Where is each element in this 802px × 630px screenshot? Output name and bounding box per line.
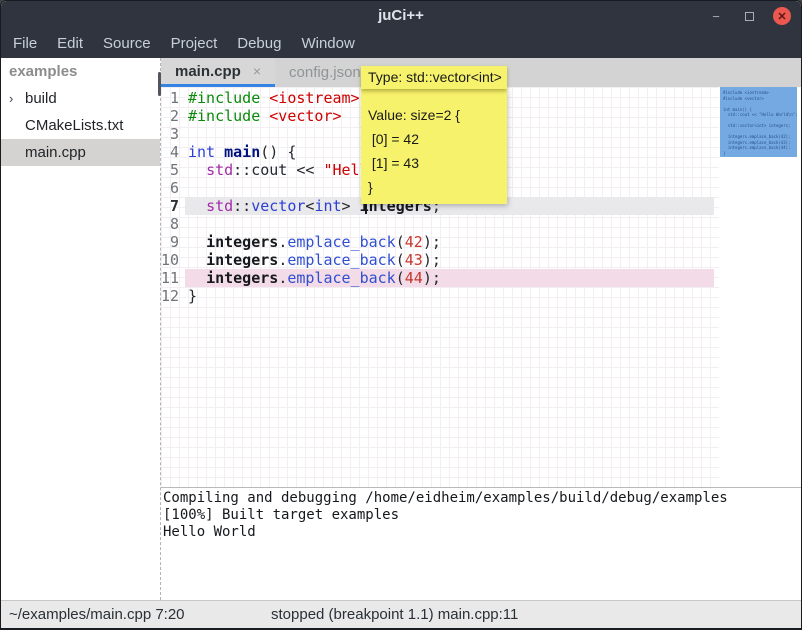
- sidebar-item-label: CMakeLists.txt: [25, 112, 123, 139]
- sidebar-item-main-cpp[interactable]: main.cpp: [1, 139, 160, 166]
- tooltip-value-line: }: [368, 175, 500, 199]
- sidebar-item-cmakelists-txt[interactable]: CMakeLists.txt: [1, 112, 160, 139]
- line-number-3[interactable]: 3: [161, 125, 185, 143]
- line-number-2[interactable]: 2: [161, 107, 185, 125]
- code-text: integers.emplace_back(44);: [185, 269, 714, 287]
- code-text: }: [185, 287, 714, 305]
- tooltip-value-box: Value: size=2 { [0] = 42 [1] = 43}: [361, 89, 507, 204]
- window-controls: − ✕: [707, 1, 791, 31]
- debug-value-tooltip: Type: std::vector<int> Value: size=2 { […: [361, 66, 507, 204]
- code-line-8[interactable]: 8: [161, 215, 720, 233]
- app-window: juCi++ − ✕ FileEditSourceProjectDebugWin…: [0, 0, 802, 630]
- line-number-5[interactable]: 5: [161, 161, 185, 179]
- code-line-9[interactable]: 9 integers.emplace_back(42);: [161, 233, 720, 251]
- line-number-8[interactable]: 8: [161, 215, 185, 233]
- line-number-7[interactable]: 7: [161, 197, 185, 215]
- menu-item-project[interactable]: Project: [161, 31, 228, 58]
- file-tree-sidebar: examples› buildCMakeLists.txtmain.cpp: [1, 58, 161, 600]
- line-number-1[interactable]: 1: [161, 89, 185, 107]
- status-debug-state: stopped (breakpoint 1.1) main.cpp:11: [271, 601, 518, 629]
- code-line-11[interactable]: 11 integers.emplace_back(44);: [161, 269, 720, 287]
- line-number-4[interactable]: 4: [161, 143, 185, 161]
- menu-item-window[interactable]: Window: [291, 31, 364, 58]
- sidebar-item-label: build: [25, 85, 57, 112]
- tab-close-icon[interactable]: ×: [253, 63, 261, 79]
- terminal-line: Compiling and debugging /home/eidheim/ex…: [163, 490, 801, 507]
- minimap[interactable]: #include <iostream> #include <vector> in…: [720, 87, 797, 157]
- code-line-12[interactable]: 12}: [161, 287, 720, 305]
- line-number-6[interactable]: 6: [161, 179, 185, 197]
- line-number-11[interactable]: 11: [161, 269, 185, 287]
- tab-label: main.cpp: [175, 63, 241, 80]
- minimap-code: #include <iostream> #include <vector> in…: [720, 87, 797, 156]
- chevron-right-icon[interactable]: ›: [9, 85, 13, 112]
- line-number-12[interactable]: 12: [161, 287, 185, 305]
- menu-item-debug[interactable]: Debug: [227, 31, 291, 58]
- status-bar: ~/examples/main.cpp 7:20 stopped (breakp…: [1, 600, 801, 629]
- menu-item-edit[interactable]: Edit: [47, 31, 93, 58]
- tooltip-type-line: Type: std::vector<int>: [361, 66, 507, 89]
- restore-glyph: [745, 12, 754, 21]
- pane-separator[interactable]: [158, 72, 161, 96]
- terminal-line: Hello World: [163, 524, 801, 541]
- titlebar[interactable]: juCi++ − ✕: [1, 1, 801, 31]
- sidebar-item-label: main.cpp: [25, 139, 86, 166]
- project-root-text: examples: [9, 58, 77, 85]
- tooltip-value-line: [1] = 43: [368, 151, 500, 175]
- sidebar-item-build[interactable]: › build: [1, 85, 160, 112]
- code-line-10[interactable]: 10 integers.emplace_back(43);: [161, 251, 720, 269]
- menu-item-file[interactable]: File: [3, 31, 47, 58]
- close-icon[interactable]: ✕: [773, 7, 791, 25]
- menu-item-source[interactable]: Source: [93, 31, 161, 58]
- window-title: juCi++: [1, 1, 801, 31]
- tab-main-cpp[interactable]: main.cpp ×: [161, 58, 275, 87]
- tab-label: config.json: [289, 64, 361, 81]
- code-text: integers.emplace_back(43);: [185, 251, 714, 269]
- terminal-line: [100%] Built target examples: [163, 507, 801, 524]
- tooltip-value-line: [0] = 42: [368, 127, 500, 151]
- status-file-location: ~/examples/main.cpp 7:20: [9, 601, 185, 629]
- code-text: integers.emplace_back(42);: [185, 233, 714, 251]
- maximize-icon[interactable]: [740, 7, 758, 25]
- minimize-icon[interactable]: −: [707, 7, 725, 25]
- menubar: FileEditSourceProjectDebugWindow: [1, 31, 801, 58]
- build-output-terminal: Compiling and debugging /home/eidheim/ex…: [161, 487, 801, 600]
- line-number-10[interactable]: 10: [161, 251, 185, 269]
- line-number-9[interactable]: 9: [161, 233, 185, 251]
- project-root-label: examples: [1, 58, 160, 85]
- tab-config-json[interactable]: config.json: [275, 58, 375, 87]
- tooltip-value-line: Value: size=2 {: [368, 103, 500, 127]
